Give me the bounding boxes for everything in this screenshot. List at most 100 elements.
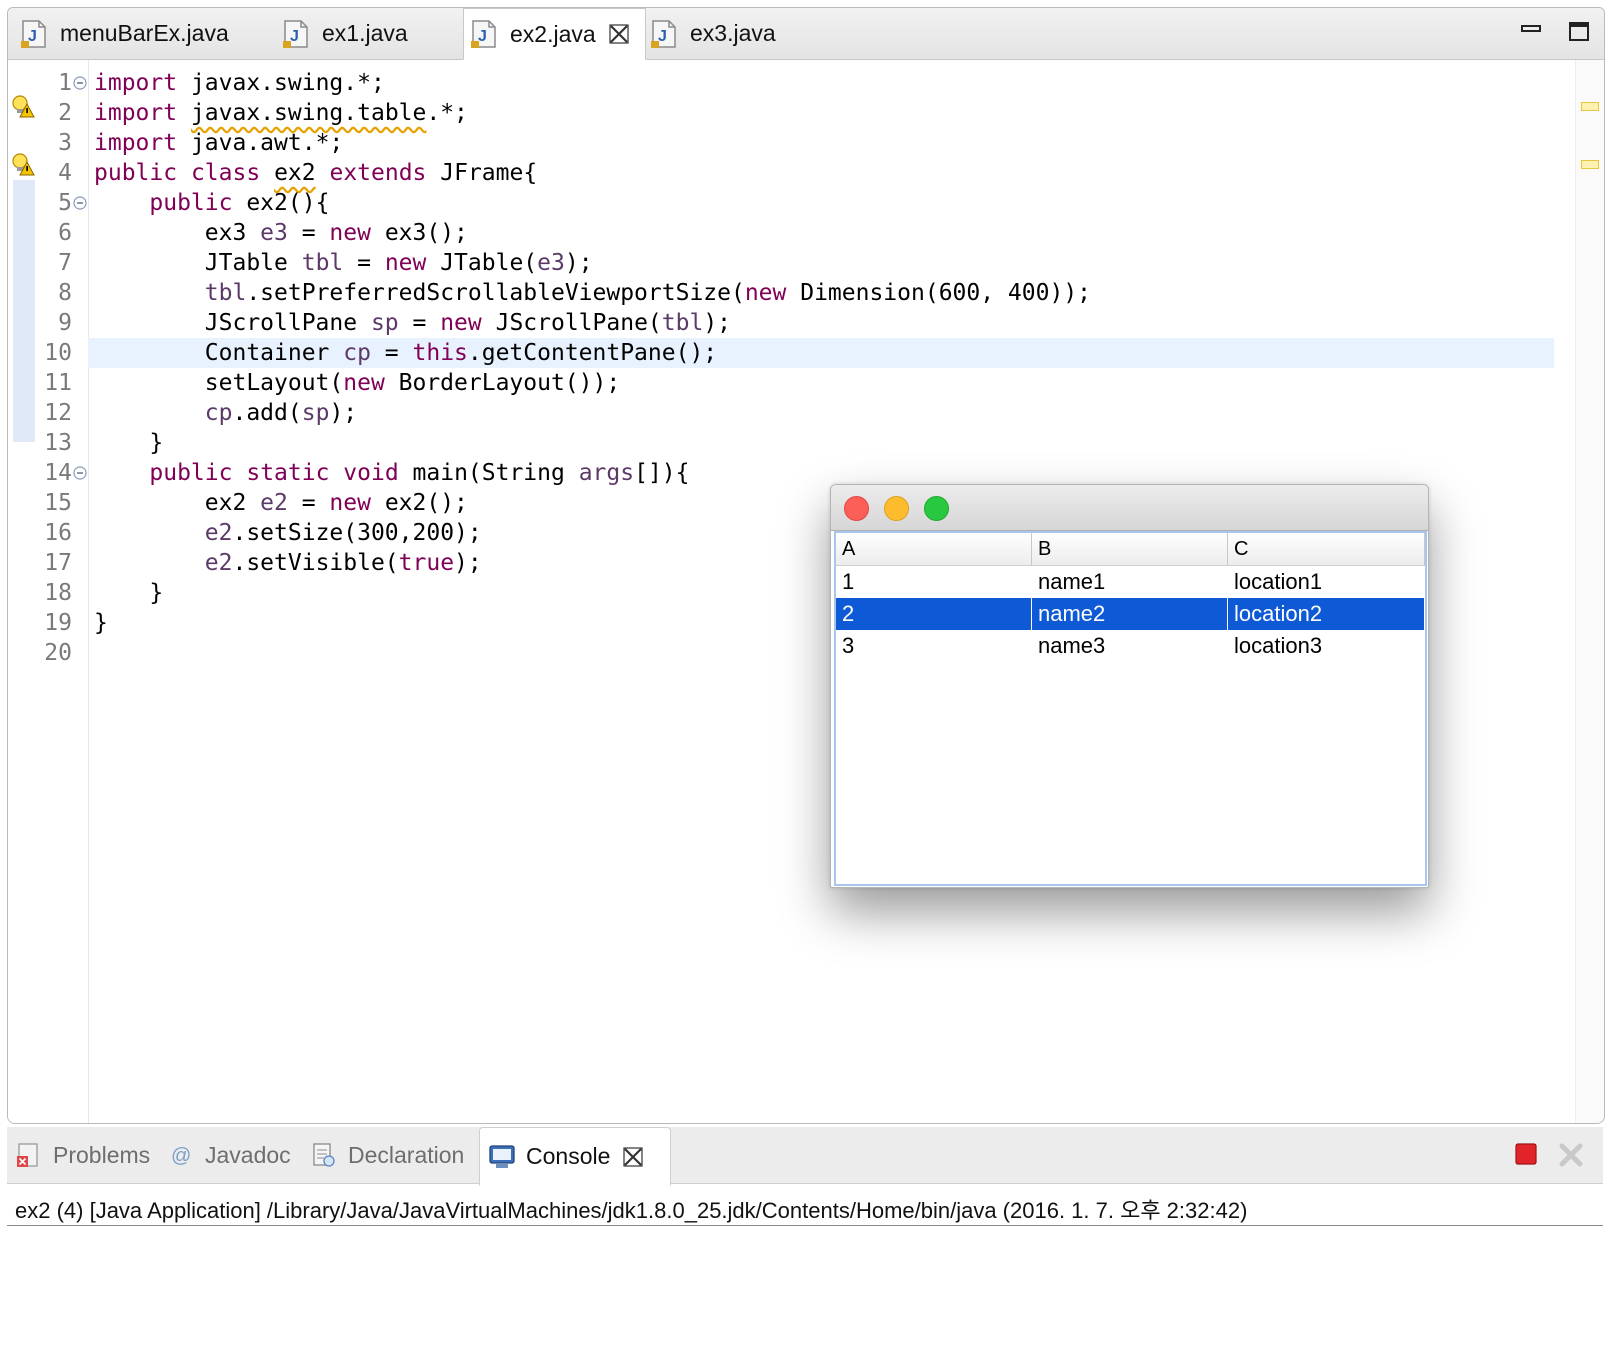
code-token: javax.swing.*; [177, 70, 385, 96]
code-line[interactable]: setLayout(new BorderLayout()); [88, 368, 1554, 398]
close-tab-icon[interactable] [622, 1146, 644, 1168]
table-cell[interactable]: location1 [1228, 566, 1425, 598]
table-cell[interactable]: 1 [836, 566, 1032, 598]
code-token: cp [204, 400, 233, 426]
warning-overview-mark[interactable] [1581, 160, 1599, 169]
terminate-icon[interactable] [1513, 1141, 1539, 1167]
tab-console[interactable]: Console [479, 1127, 671, 1186]
code-line[interactable]: public class ex2 extends JFrame{ [88, 158, 1554, 188]
column-header-a[interactable]: A [836, 533, 1032, 565]
column-header-c[interactable]: C [1228, 533, 1425, 565]
warning-bulb-icon[interactable] [11, 152, 35, 176]
code-token: import [94, 130, 178, 156]
svg-text:J: J [290, 28, 299, 45]
code-token: Dimension(600, 400)); [786, 280, 1092, 306]
line-number: 9 [58, 310, 72, 336]
table-cell[interactable]: name1 [1032, 566, 1228, 598]
remove-launch-icon[interactable] [1557, 1141, 1585, 1169]
overview-ruler[interactable] [1575, 60, 1604, 1123]
code-token: new [343, 370, 385, 396]
line-number: 10 [44, 340, 72, 366]
tab-ex3-java[interactable]: J ex3.java [648, 8, 828, 59]
javadoc-icon: @ [171, 1145, 191, 1167]
code-line[interactable]: import javax.swing.table.*; [88, 98, 1554, 128]
console-toolbar [1513, 1141, 1585, 1169]
tab-ex1-java[interactable]: J ex1.java [280, 8, 455, 59]
code-token: e3 [260, 220, 288, 246]
line-number: 6 [58, 220, 72, 246]
table-cell[interactable]: location2 [1228, 598, 1425, 630]
code-token: JTable [94, 250, 302, 276]
code-token: sp [301, 400, 330, 426]
window-title-bar[interactable] [831, 485, 1428, 531]
code-token: ex2(); [370, 490, 468, 516]
fold-collapse-icon[interactable] [73, 76, 87, 90]
tab-javadoc[interactable]: @ Javadoc [167, 1127, 297, 1183]
code-line[interactable]: ex3 e3 = new ex3(); [88, 218, 1554, 248]
table-cell[interactable]: name3 [1032, 630, 1228, 662]
code-token: public [94, 160, 178, 186]
tab-problems[interactable]: Problems [15, 1127, 155, 1183]
java-file-icon: J [651, 19, 676, 48]
table-cell[interactable]: name2 [1032, 598, 1228, 630]
code-line[interactable]: import javax.swing.*; [88, 68, 1554, 98]
code-token: JTable( [426, 250, 538, 276]
code-token: setLayout( [94, 370, 344, 396]
declaration-icon [313, 1143, 335, 1167]
table-cell[interactable]: 2 [836, 598, 1032, 630]
maximize-icon[interactable] [1568, 20, 1590, 42]
minimize-icon[interactable] [1520, 20, 1542, 42]
tab-menubarex-java[interactable]: J menuBarEx.java [18, 8, 280, 59]
close-window-button[interactable] [844, 496, 869, 521]
code-line[interactable]: cp.add(sp); [88, 398, 1554, 428]
zoom-window-button[interactable] [924, 496, 949, 521]
java-file-icon: J [283, 19, 308, 48]
warning-overview-mark[interactable] [1581, 102, 1599, 111]
code-token: new [329, 220, 371, 246]
code-line[interactable]: } [88, 428, 1554, 458]
tab-ex2-java[interactable]: J ex2.java [463, 8, 646, 60]
code-line[interactable]: public ex2(){ [88, 188, 1554, 218]
table-cell[interactable]: location3 [1228, 630, 1425, 662]
table-row[interactable]: 1 name1 location1 [836, 566, 1425, 598]
code-token: import [94, 100, 178, 126]
code-token: Container [94, 340, 344, 366]
column-header-b[interactable]: B [1032, 533, 1228, 565]
tab-declaration[interactable]: Declaration [310, 1127, 475, 1183]
java-file-icon: J [21, 19, 46, 48]
fold-collapse-icon[interactable] [73, 196, 87, 210]
code-token: ); [703, 310, 732, 336]
code-token: = [343, 250, 385, 276]
jscrollpane[interactable]: A B C 1 name1 location1 2 name2 location… [834, 531, 1427, 886]
table-row[interactable]: 3 name3 location3 [836, 630, 1425, 662]
fold-collapse-icon[interactable] [73, 466, 87, 480]
line-number: 8 [58, 280, 72, 306]
line-number-ruler: 1 2 3 4 5 6 7 8 9 10 11 12 13 14 15 16 17 18 19 20 [36, 60, 89, 1123]
code-line[interactable]: tbl.setPreferredScrollableViewportSize(n… [88, 278, 1554, 308]
tab-label: ex2.java [510, 20, 596, 47]
code-token: ex3(); [370, 220, 468, 246]
code-line[interactable]: Container cp = this.getContentPane(); [88, 338, 1554, 368]
close-tab-icon[interactable] [608, 23, 630, 45]
code-line[interactable]: import java.awt.*; [88, 128, 1554, 158]
table-row-selected[interactable]: 2 name2 location2 [836, 598, 1425, 630]
console-process-info: ex2 (4) [Java Application] /Library/Java… [15, 1198, 1248, 1223]
line-number: 7 [58, 250, 72, 276]
code-token: public [149, 460, 233, 486]
code-token: e2 [204, 550, 233, 576]
code-token: .getContentPane(); [467, 340, 718, 366]
minimize-window-button[interactable] [884, 496, 909, 521]
line-number: 2 [58, 100, 72, 126]
swing-jframe-window[interactable]: A B C 1 name1 location1 2 name2 location… [830, 484, 1429, 888]
code-line[interactable]: JTable tbl = new JTable(e3); [88, 248, 1554, 278]
code-line[interactable]: JScrollPane sp = new JScrollPane(tbl); [88, 308, 1554, 338]
warning-bulb-icon[interactable] [11, 94, 35, 118]
table-cell[interactable]: 3 [836, 630, 1032, 662]
tab-label: Console [526, 1143, 611, 1169]
